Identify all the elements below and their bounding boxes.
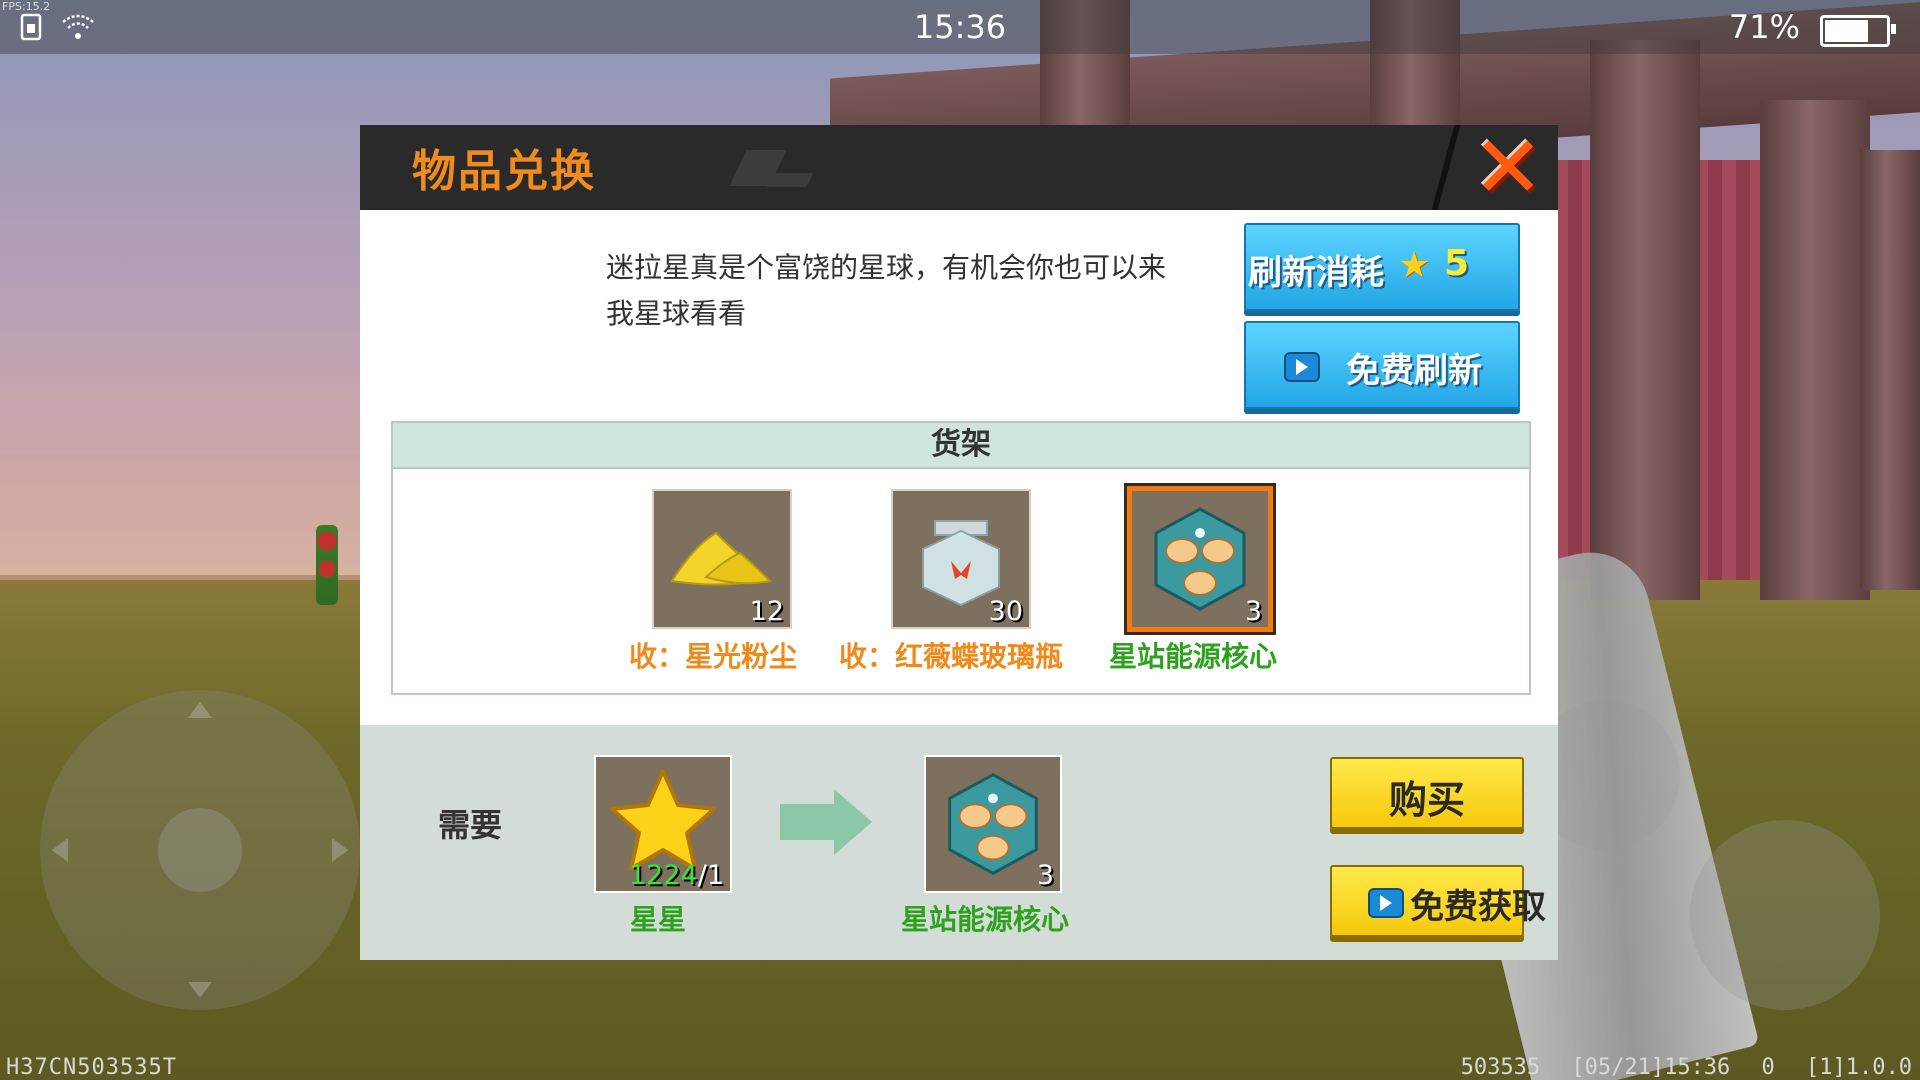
free-get-button[interactable]: 免费获取 [1330, 865, 1546, 937]
build-info: 503535 [05/21]15:36 0 [1]1.0.0 [1460, 1055, 1912, 1080]
shelf-title: 货架 [393, 423, 1529, 469]
item-count: 30 [988, 596, 1023, 627]
shelf-panel: 货架 12 收：星光粉尘 30 收：红薇蝶玻璃瓶 3 星站能源核心 [391, 421, 1531, 695]
item-exchange-dialog: 物品兑换 ✕ 迷拉星真是个富饶的星球，有机会你也可以来我星球看看 刷新消耗 ★ … [360, 125, 1558, 960]
npc-description: 迷拉星真是个富饶的星球，有机会你也可以来我星球看看 [606, 251, 1167, 330]
joystick-left-icon [52, 838, 68, 862]
video-icon [1368, 888, 1404, 918]
temple-pillar [1860, 150, 1920, 590]
battery-level [1825, 20, 1868, 42]
shelf-item-name: 收：红薇蝶玻璃瓶 [839, 640, 1064, 673]
status-bar: FPS:15.2 15:36 71% [0, 0, 1920, 54]
need-label: 需要 [438, 806, 503, 844]
header-decoration [766, 173, 814, 187]
buy-button[interactable]: 购买 [1330, 757, 1524, 829]
result-item-slot: 3 [924, 755, 1062, 893]
shelf-item-name: 星站能源核心 [1109, 640, 1278, 673]
movement-joystick[interactable] [40, 690, 360, 1010]
close-icon[interactable]: ✕ [1465, 125, 1551, 211]
temple-pillar [1760, 100, 1870, 600]
joystick-knob[interactable] [158, 808, 242, 892]
item-count: 12 [749, 596, 784, 627]
refresh-cost: 5 [1444, 243, 1470, 284]
cost-item-slot: 1224/1 [594, 755, 732, 893]
temple-pillar [1590, 40, 1700, 600]
clock: 15:36 [913, 8, 1007, 46]
battery-icon [1820, 15, 1896, 47]
dialog-title: 物品兑换 [412, 146, 596, 197]
dialog-header: 物品兑换 ✕ [360, 125, 1558, 211]
joystick-up-icon [188, 702, 212, 718]
cost-item-name: 星星 [630, 903, 687, 936]
free-refresh-button[interactable]: 免费刷新 [1244, 321, 1520, 409]
arrow-right-icon-head [834, 789, 872, 855]
free-refresh-label: 免费刷新 [1346, 351, 1482, 391]
paid-refresh-button[interactable]: 刷新消耗 ★ 5 [1244, 223, 1520, 311]
paid-refresh-label: 刷新消耗 [1248, 253, 1384, 293]
buy-label: 购买 [1388, 778, 1465, 822]
joystick-down-icon [188, 982, 212, 998]
star-required: /1 [697, 860, 724, 891]
rose-plant [316, 525, 338, 605]
star-owned: 1224 [629, 860, 698, 891]
device-id: H37CN503535T [6, 1055, 177, 1080]
header-divider [1431, 125, 1461, 210]
item-count: 3 [1244, 596, 1262, 627]
result-item-name: 星站能源核心 [901, 903, 1070, 936]
shelf-item-energy-core[interactable]: 3 [1124, 483, 1276, 635]
shelf-item-name: 收：星光粉尘 [629, 640, 798, 673]
video-icon [1284, 352, 1320, 382]
joystick-right-icon [332, 838, 348, 862]
battery-percent: 71% [1728, 8, 1800, 46]
arrow-right-icon [780, 804, 834, 840]
jump-button[interactable] [1690, 820, 1880, 1010]
result-count: 3 [1036, 860, 1054, 891]
shelf-item-stardust[interactable]: 12 [652, 489, 792, 629]
shelf-item-butterfly-jar[interactable]: 30 [891, 489, 1031, 629]
star-icon: ★ [1398, 245, 1431, 286]
free-get-label: 免费获取 [1410, 887, 1546, 927]
star-balance: 1224/1 [629, 860, 724, 891]
